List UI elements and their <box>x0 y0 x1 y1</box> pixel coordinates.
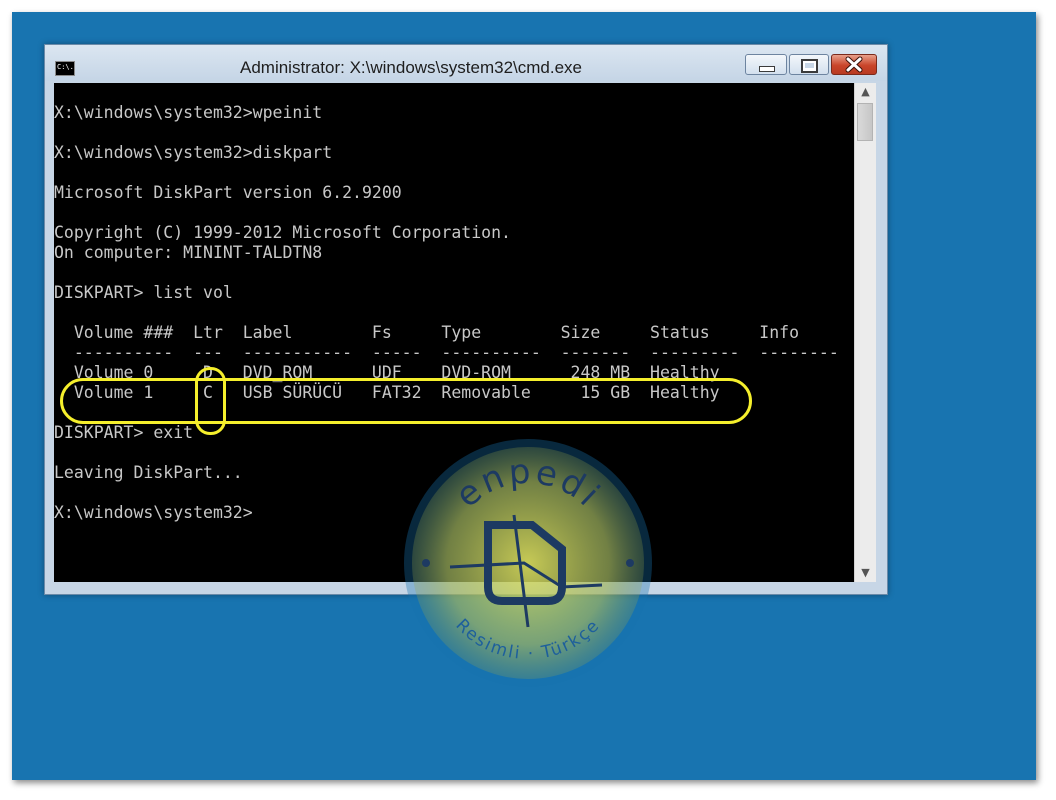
window-title: Administrator: X:\windows\system32\cmd.e… <box>239 58 582 77</box>
console-line: On computer: MININT-TALDTN8 <box>54 243 323 262</box>
vertical-scrollbar[interactable]: ▲ ▼ <box>854 83 876 582</box>
volume-row-1: Volume 1 C USB SÜRÜCÜ FAT32 Removable 15… <box>54 383 720 402</box>
console-line: X:\windows\system32>diskpart <box>54 143 333 162</box>
svg-text:Resimli · Türkçe: Resimli · Türkçe <box>452 615 605 664</box>
watermark-tagline: Resimli · Türkçe <box>452 615 603 664</box>
close-button[interactable] <box>831 54 877 75</box>
maximize-icon <box>801 59 818 73</box>
console-line: X:\windows\system32>wpeinit <box>54 103 323 122</box>
console-line: Microsoft DiskPart version 6.2.9200 <box>54 183 402 202</box>
scroll-up-icon[interactable]: ▲ <box>855 83 876 101</box>
cmd-window[interactable]: C:\. Administrator: X:\windows\system32\… <box>44 44 888 595</box>
console-output[interactable]: X:\windows\system32>wpeinit X:\windows\s… <box>54 83 854 582</box>
volume-table-separator: ---------- --- ----------- ----- -------… <box>54 343 839 362</box>
scrollbar-thumb[interactable] <box>857 103 873 141</box>
scroll-down-icon[interactable]: ▼ <box>855 564 876 582</box>
maximize-button[interactable] <box>789 54 829 75</box>
console-line: Leaving DiskPart... <box>54 463 243 482</box>
desktop: C:\. Administrator: X:\windows\system32\… <box>12 12 1036 780</box>
volume-row-0: Volume 0 D DVD_ROM UDF DVD-ROM 248 MB He… <box>54 363 720 382</box>
console-line: DISKPART> list vol <box>54 283 233 302</box>
minimize-button[interactable] <box>745 54 787 75</box>
console-prompt: X:\windows\system32> <box>54 503 253 522</box>
console-line: DISKPART> exit <box>54 423 194 442</box>
console-lines: X:\windows\system32>wpeinit X:\windows\s… <box>54 103 839 523</box>
minimize-icon <box>759 66 775 72</box>
close-icon <box>845 56 863 73</box>
volume-table-header: Volume ### Ltr Label Fs Type Size Status… <box>54 323 800 342</box>
title-bar[interactable]: C:\. Administrator: X:\windows\system32\… <box>45 45 887 81</box>
console-line: Copyright (C) 1999-2012 Microsoft Corpor… <box>54 223 511 242</box>
